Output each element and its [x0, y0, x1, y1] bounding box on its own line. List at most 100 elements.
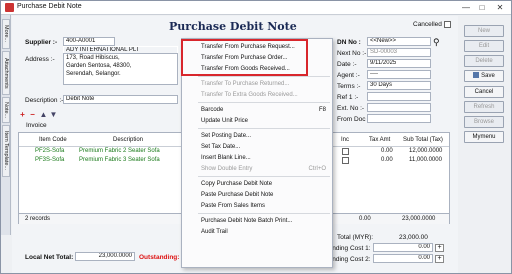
- save-button[interactable]: Save: [464, 70, 504, 82]
- agent-label: Agent :-: [337, 72, 360, 79]
- menu-item-batch-print[interactable]: Purchase Debit Note Batch Print...: [182, 216, 332, 226]
- menu-item-transfer-from-purchase-request[interactable]: Transfer From Purchase Request...: [182, 42, 332, 52]
- menu-item-label: Barcode: [201, 107, 224, 113]
- agent-select[interactable]: ----: [367, 70, 431, 79]
- edit-button[interactable]: Edit: [464, 40, 504, 52]
- tab-invoice[interactable]: Invoice: [26, 122, 47, 129]
- total-myr-value: 23,000.00: [399, 234, 428, 241]
- save-label: Save: [481, 73, 495, 79]
- refresh-button[interactable]: Refresh: [464, 101, 504, 113]
- item-code-cell: PF2S-Sofa: [35, 148, 65, 154]
- description-cell: Premium Fabric 3 Seater Sofa: [79, 157, 160, 163]
- menu-item-copy-purchase-debit-note[interactable]: Copy Purchase Debit Note: [182, 179, 332, 189]
- menu-separator: [198, 76, 330, 77]
- cancel-button[interactable]: Cancel: [464, 86, 504, 98]
- dn-no-label: DN No :: [337, 39, 361, 46]
- menu-item-transfer-from-purchase-order[interactable]: Transfer From Purchase Order...: [182, 53, 332, 63]
- address-label: Address :-: [25, 56, 55, 63]
- side-tab-attachments[interactable]: Attachments: [2, 51, 10, 95]
- ext-no-label: Ext. No :-: [337, 105, 365, 112]
- side-tabs: More... Attachments Note... Item Templat…: [1, 15, 11, 235]
- new-button[interactable]: New: [464, 25, 504, 37]
- side-tab-note[interactable]: Note...: [2, 97, 10, 123]
- terms-select[interactable]: 30 Days: [367, 81, 431, 90]
- move-down-icon[interactable]: ▼: [49, 110, 58, 119]
- footer-tax-total: 0.00: [359, 216, 371, 222]
- ref1-label: Ref 1 :-: [337, 94, 359, 101]
- menu-item-transfer-to-purchase-returned: Transfer To Purchase Returned...: [201, 81, 290, 87]
- tax-inclusive-checkbox[interactable]: [342, 148, 349, 155]
- menu-separator: [198, 102, 330, 103]
- menu-item-barcode[interactable]: Barcode F8: [182, 105, 332, 115]
- side-tab-item-template[interactable]: Item Template...: [2, 125, 10, 177]
- minimize-icon[interactable]: —: [459, 2, 473, 13]
- next-no-label: Next No :-: [337, 50, 367, 57]
- col-tax-amt[interactable]: Tax Amt: [369, 137, 390, 143]
- browse-button[interactable]: Browse: [464, 116, 504, 128]
- close-icon[interactable]: ✕: [493, 2, 507, 13]
- landing-cost-2-field[interactable]: 0.00: [373, 254, 433, 263]
- records-count: 2 records: [25, 216, 51, 222]
- local-net-total-label: Local Net Total:: [25, 254, 74, 261]
- landing-cost-1-field[interactable]: 0.00: [373, 243, 433, 252]
- date-field[interactable]: 9/11/2025: [367, 59, 431, 68]
- detail-toolbar: + − ▲ ▼: [18, 110, 70, 121]
- ext-no-field[interactable]: [367, 103, 431, 112]
- col-description[interactable]: Description: [113, 137, 143, 143]
- subtotal-cell: 11,000.0000: [409, 157, 442, 163]
- menu-item-set-tax-date[interactable]: Set Tax Date...: [182, 142, 332, 152]
- tax-amt-cell: 0.00: [381, 157, 393, 163]
- address-line: Serendah, Selangor.: [66, 71, 121, 77]
- dn-no-field[interactable]: <<New>>: [367, 37, 431, 46]
- landing-cost-1-add-button[interactable]: +: [435, 244, 444, 252]
- side-tab-more[interactable]: More...: [2, 19, 10, 49]
- tax-amt-cell: 0.00: [381, 148, 393, 154]
- menu-item-update-unit-price[interactable]: Update Unit Price: [182, 116, 332, 126]
- address-field[interactable]: 173, Road Hibiscus, Garden Sentosa, 4830…: [63, 53, 178, 85]
- menu-item-audit-trail[interactable]: Audit Trail: [182, 227, 332, 237]
- local-net-total-field: 23,000.0000: [75, 252, 135, 261]
- menu-item-paste-from-sales-items[interactable]: Paste From Sales Items: [182, 201, 332, 211]
- cancelled-checkbox[interactable]: [443, 21, 451, 28]
- menu-item-shortcut: F8: [318, 107, 326, 113]
- supplier-label: Supplier :-: [25, 39, 58, 46]
- next-no-field: SD-00003: [367, 48, 431, 57]
- maximize-icon[interactable]: □: [475, 2, 489, 13]
- move-up-icon[interactable]: ▲: [39, 110, 48, 119]
- menu-item-insert-blank-line[interactable]: Insert Blank Line...: [182, 153, 332, 163]
- window-title: Purchase Debit Note: [17, 3, 82, 10]
- description-cell: Premium Fabric 2 Seater Sofa: [79, 148, 160, 154]
- menu-separator: [198, 128, 330, 129]
- menu-item-transfer-from-goods-received[interactable]: Transfer From Goods Received...: [182, 64, 332, 74]
- cancelled-checkbox-group[interactable]: Cancelled: [413, 21, 451, 28]
- address-line: Garden Sentosa, 48300,: [66, 63, 132, 69]
- menu-separator: [198, 176, 330, 177]
- ref1-field[interactable]: [367, 92, 431, 101]
- description-field[interactable]: Debit Note: [63, 95, 178, 104]
- col-item-code[interactable]: Item Code: [39, 137, 67, 143]
- mymenu-button[interactable]: Mymenu: [464, 131, 504, 143]
- supplier-code-field[interactable]: 400-A0001: [63, 37, 115, 46]
- remove-row-icon[interactable]: −: [28, 110, 37, 119]
- col-subtotal[interactable]: Sub Total (Tax): [403, 137, 443, 143]
- save-icon: [473, 72, 480, 79]
- purchase-debit-note-window: Purchase Debit Note — □ ✕ More... Attach…: [0, 0, 512, 274]
- menu-item-show-double-entry: Show Double Entry Ctrl+O: [182, 164, 332, 174]
- add-row-icon[interactable]: +: [18, 110, 27, 119]
- search-icon[interactable]: ⚲: [433, 37, 443, 47]
- menu-item-label: Show Double Entry: [201, 166, 253, 172]
- footer-subtotal: 23,000.0000: [402, 216, 436, 222]
- app-icon: [5, 3, 14, 12]
- landing-cost-2-add-button[interactable]: +: [435, 255, 444, 263]
- from-doc-field[interactable]: [367, 114, 431, 123]
- description-label: Description :-: [25, 97, 64, 104]
- menu-item-paste-purchase-debit-note[interactable]: Paste Purchase Debit Note: [182, 190, 332, 200]
- menu-item-set-posting-date[interactable]: Set Posting Date...: [182, 131, 332, 141]
- tax-inclusive-checkbox[interactable]: [342, 157, 349, 164]
- terms-label: Terms :-: [337, 83, 361, 90]
- delete-button[interactable]: Delete: [464, 55, 504, 67]
- col-tax-inclusive[interactable]: Inc: [341, 137, 349, 143]
- menu-item-transfer-to-extra-goods-received: Transfer To Extra Goods Received...: [201, 92, 298, 98]
- subtotal-cell: 12,000.0000: [409, 148, 443, 154]
- title-bar: Purchase Debit Note — □ ✕: [1, 1, 511, 15]
